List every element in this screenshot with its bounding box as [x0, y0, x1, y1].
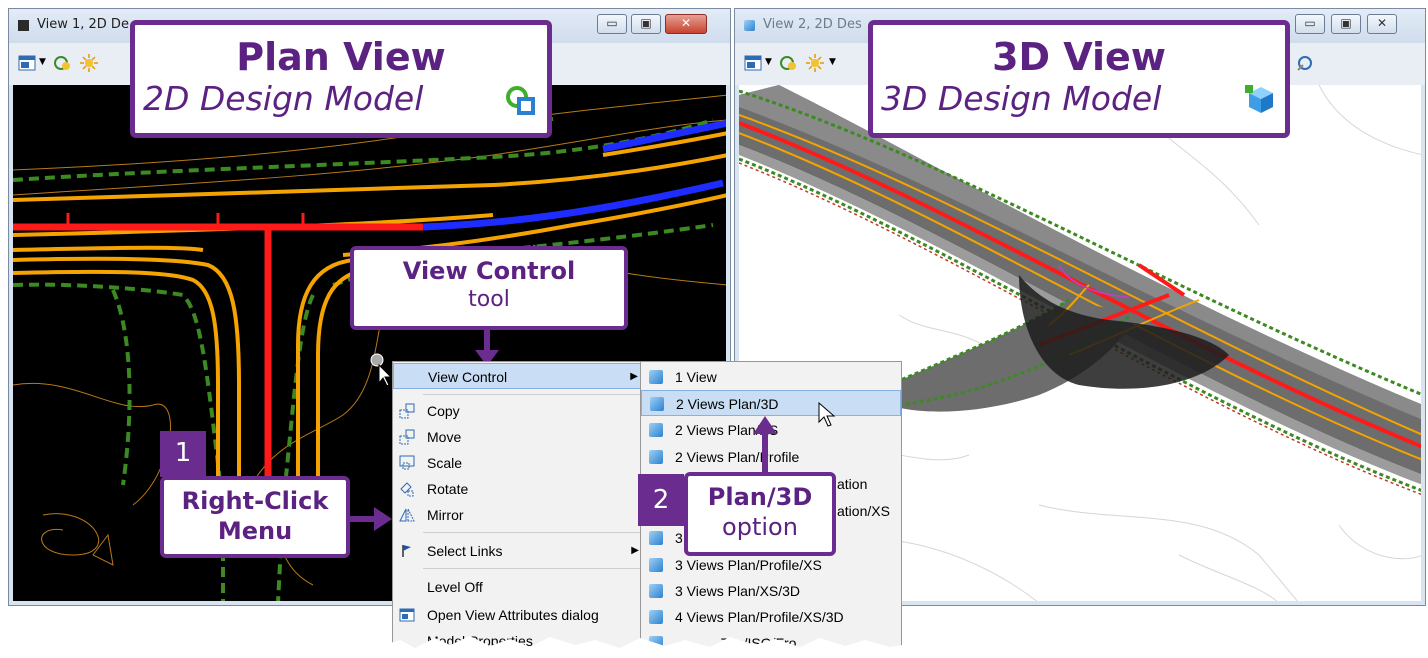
- render-tool-icon[interactable]: [1295, 53, 1315, 73]
- submenu-arrow-icon: ▶: [631, 545, 639, 556]
- 3d-model-icon: [1245, 85, 1273, 113]
- view-window-icon: [18, 20, 29, 31]
- chevron-down-icon[interactable]: ▼: [765, 57, 772, 67]
- menu-item-select-links[interactable]: Select Links ▶: [393, 538, 647, 564]
- cube-icon: [649, 450, 663, 464]
- menu-item-copy[interactable]: Copy: [393, 398, 647, 424]
- view-attributes-icon[interactable]: [743, 53, 763, 73]
- menu-item-rotate[interactable]: Rotate: [393, 476, 647, 502]
- right-click-callout-line2: Menu: [217, 517, 293, 545]
- chevron-down-icon[interactable]: ▼: [39, 57, 46, 67]
- cube-icon: [649, 558, 663, 572]
- cube-icon: [649, 584, 663, 598]
- cube-icon: [744, 20, 755, 31]
- view-2-title: View 2, 2D Des: [763, 17, 862, 32]
- rotate-icon: [400, 482, 414, 497]
- maximize-button[interactable]: ▣: [1331, 14, 1361, 34]
- plan-3d-callout-subtitle: option: [722, 513, 798, 541]
- plan-view-callout: Plan View 2D Design Model: [130, 20, 552, 138]
- 3d-view-callout-subtitle: 3D Design Model: [881, 79, 1162, 118]
- arrow-right-icon: [350, 507, 392, 531]
- cube-icon: [650, 397, 664, 411]
- minimize-button[interactable]: ▭: [1295, 14, 1325, 34]
- submenu-item-4-views-plan-profile-xs-3d[interactable]: 4 Views Plan/Profile/XS/3D: [641, 604, 901, 630]
- close-button[interactable]: ✕: [665, 14, 707, 34]
- view-attributes-icon: [399, 608, 415, 622]
- plan-view-callout-subtitle: 2D Design Model: [143, 79, 424, 118]
- right-click-menu-callout: Right-Click Menu: [160, 476, 350, 558]
- view-attributes-icon[interactable]: [17, 53, 37, 73]
- close-button[interactable]: ✕: [1367, 14, 1397, 34]
- mouse-cursor-icon: [818, 402, 836, 427]
- 2d-model-icon: [506, 86, 535, 115]
- 3d-view-callout-title: 3D View: [992, 35, 1166, 79]
- view-control-callout: View Control tool: [350, 246, 628, 330]
- step-2-badge: 2: [638, 474, 684, 526]
- menu-item-scale[interactable]: Scale: [393, 450, 647, 476]
- menu-item-view-control[interactable]: View Control ▶: [393, 363, 647, 389]
- flag-icon: [402, 545, 411, 557]
- cube-icon: [649, 423, 663, 437]
- cube-icon: [649, 370, 663, 384]
- menu-separator: [423, 568, 643, 569]
- arrow-up-icon: [753, 416, 777, 472]
- 3d-view-callout: 3D View 3D Design Model: [868, 20, 1290, 138]
- lighting-icon[interactable]: [79, 53, 99, 73]
- menu-item-move[interactable]: Move: [393, 424, 647, 450]
- menu-item-mirror[interactable]: Mirror: [393, 502, 647, 528]
- menu-item-open-view-attributes[interactable]: Open View Attributes dialog: [393, 602, 647, 628]
- menu-separator: [423, 532, 643, 533]
- context-menu: View Control ▶ Copy Move Scale Rotate Mi…: [392, 361, 648, 656]
- move-icon: [399, 429, 415, 445]
- submenu-item-3-views-plan-xs-3d[interactable]: 3 Views Plan/XS/3D: [641, 578, 901, 604]
- maximize-button[interactable]: ▣: [631, 14, 661, 34]
- view-control-callout-title: View Control: [402, 257, 576, 285]
- torn-edge: [380, 636, 920, 658]
- copy-icon: [399, 403, 415, 419]
- cube-icon: [649, 531, 663, 545]
- lighting-icon[interactable]: [805, 53, 825, 73]
- view-control-callout-subtitle: tool: [468, 287, 510, 312]
- display-style-icon[interactable]: [779, 53, 799, 73]
- plan-3d-option-callout: Plan/3D option: [684, 472, 836, 556]
- menu-item-level-off[interactable]: Level Off: [393, 574, 647, 600]
- minimize-button[interactable]: ▭: [597, 14, 627, 34]
- submenu-arrow-icon: ▶: [630, 371, 638, 382]
- right-click-callout-line1: Right-Click: [181, 487, 329, 515]
- cube-icon: [649, 610, 663, 624]
- submenu-item-2-views-plan-3d[interactable]: 2 Views Plan/3D: [641, 390, 901, 416]
- menu-separator: [423, 394, 643, 395]
- mirror-icon: [399, 508, 415, 522]
- chevron-down-icon[interactable]: ▼: [829, 57, 836, 67]
- view-1-title: View 1, 2D De: [37, 17, 129, 32]
- scale-icon: [399, 455, 415, 470]
- display-style-icon[interactable]: [53, 53, 73, 73]
- plan-view-callout-title: Plan View: [236, 35, 446, 79]
- step-1-badge: 1: [160, 431, 206, 477]
- plan-3d-callout-title: Plan/3D: [707, 483, 813, 511]
- submenu-item-1-view[interactable]: 1 View: [641, 364, 901, 390]
